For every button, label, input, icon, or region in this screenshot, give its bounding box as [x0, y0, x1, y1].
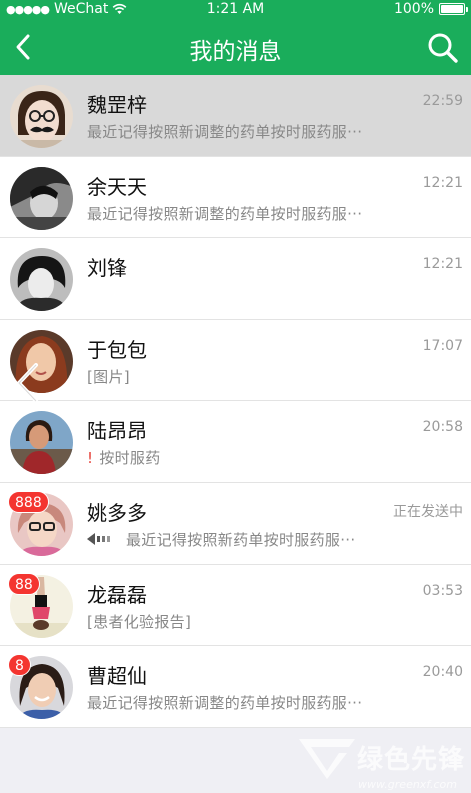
message-preview: [患者化验报告] — [87, 612, 192, 631]
contact-name: 龙磊磊 — [87, 582, 147, 607]
message-row[interactable]: 陆昂昂 20:58 ! 按时服药 — [0, 401, 471, 483]
battery-percent: 100% — [393, 1, 434, 17]
chevron-left-icon[interactable] — [14, 363, 42, 403]
message-time: 22:59 — [422, 93, 463, 109]
message-preview-text: 按时服药 — [99, 449, 161, 468]
contact-name: 刘锋 — [87, 256, 127, 281]
message-time: 17:07 — [422, 337, 463, 354]
message-time: 12:21 — [422, 256, 463, 273]
contact-name: 姚多多 — [87, 500, 147, 525]
contact-name: 曹超仙 — [87, 664, 147, 689]
watermark: 绿色先锋 www.greenxf.com — [297, 735, 465, 791]
contact-name: 于包包 — [87, 337, 147, 362]
unread-badge: 888 — [8, 490, 49, 513]
nav-bar: 我的消息 — [0, 20, 471, 75]
message-row[interactable]: 8 曹超仙 20:40 最近记得按照新调整的药单按时服药服··· — [0, 646, 471, 728]
message-time: 12:21 — [422, 174, 463, 191]
unread-badge: 8 — [8, 654, 31, 677]
message-status: 正在发送中 — [393, 503, 463, 520]
watermark-text: 绿色先锋 — [356, 744, 465, 775]
contact-name: 魏罡梓 — [87, 93, 147, 117]
message-row[interactable]: 88 龙磊磊 03:53 [患者化验报告] — [0, 564, 471, 647]
sending-icon — [87, 532, 110, 545]
battery-icon — [439, 3, 468, 15]
avatar — [10, 248, 73, 312]
message-time: 20:58 — [422, 419, 463, 436]
watermark-url: www.greenxf.com — [358, 778, 457, 791]
message-row[interactable]: 魏罡梓 22:59 最近记得按照新调整的药单按时服药服··· — [0, 75, 471, 157]
search-icon[interactable] — [427, 32, 459, 64]
message-preview: 最近记得按照新调整的药单按时服药服··· — [87, 694, 363, 713]
avatar — [10, 166, 73, 230]
page-title: 我的消息 — [189, 39, 282, 65]
message-preview: [图片] — [87, 367, 130, 386]
message-row[interactable]: 888 姚多多 正在发送中 最近记得按照新药单按时服药服··· — [0, 482, 471, 565]
message-preview: 最近记得按照新调整的药单按时服药服··· — [87, 123, 363, 141]
warning-icon: ! — [87, 449, 94, 468]
message-preview: 最近记得按照新调整的药单按时服药服··· — [87, 204, 363, 223]
message-row[interactable]: 刘锋 12:21 — [0, 238, 471, 320]
avatar — [10, 85, 73, 148]
avatar — [10, 411, 73, 475]
watermark-logo-icon — [298, 739, 355, 779]
status-bar: ●●●●● WeChat 1:21 AM 100% — [0, 0, 471, 20]
message-row[interactable]: 于包包 17:07 [图片] — [0, 319, 471, 402]
message-list: 魏罡梓 22:59 最近记得按照新调整的药单按时服药服··· 余天天 12:21… — [0, 75, 471, 728]
message-preview: 最近记得按照新药单按时服药服··· — [126, 530, 356, 549]
message-preview: ! 按时服药 — [87, 447, 161, 468]
message-time: 20:40 — [422, 664, 463, 681]
message-time: 03:53 — [422, 582, 463, 599]
message-row[interactable]: 余天天 12:21 最近记得按照新调整的药单按时服药服··· — [0, 156, 471, 239]
contact-name: 陆昂昂 — [87, 419, 147, 444]
contact-name: 余天天 — [87, 174, 147, 199]
status-right: 100% — [393, 1, 468, 17]
unread-badge: 88 — [8, 572, 40, 595]
